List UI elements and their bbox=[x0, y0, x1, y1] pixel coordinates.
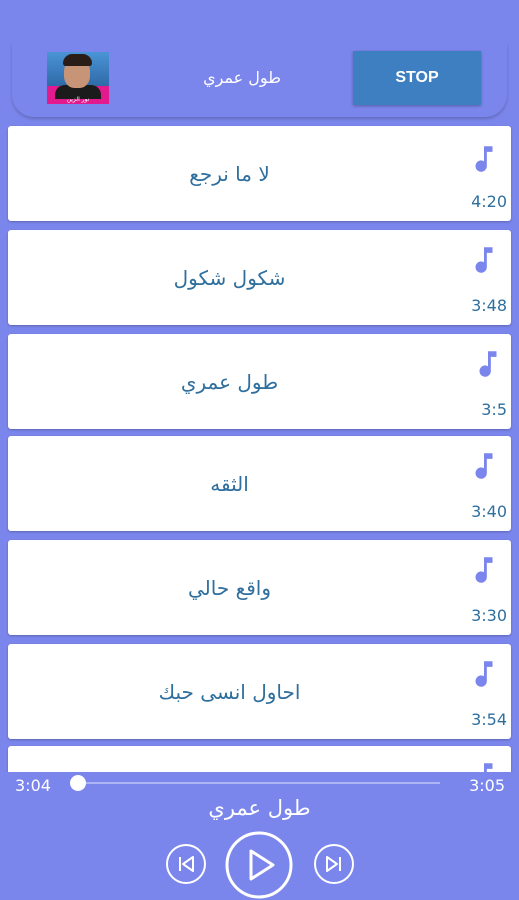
song-item[interactable]: احاول انسى حبك 3:54 bbox=[8, 644, 511, 739]
thumbnail-caption: نور الزين bbox=[66, 96, 90, 103]
music-note-icon bbox=[467, 657, 501, 691]
song-title: شكول شكول bbox=[173, 266, 286, 290]
song-title: واقع حالي bbox=[188, 576, 271, 600]
total-time: 3:05 bbox=[469, 776, 505, 795]
stop-button[interactable]: STOP bbox=[353, 51, 481, 105]
elapsed-time: 3:04 bbox=[15, 776, 51, 795]
skip-previous-icon[interactable] bbox=[165, 843, 207, 885]
seek-thumb[interactable] bbox=[70, 775, 86, 791]
music-note-icon bbox=[471, 347, 505, 381]
music-note-icon bbox=[467, 759, 501, 772]
song-item[interactable]: واقع حالي 3:30 bbox=[8, 540, 511, 635]
now-playing-title: طول عمري bbox=[203, 68, 281, 87]
seek-bar[interactable] bbox=[78, 782, 440, 784]
song-title: لا ما نرجع bbox=[189, 162, 270, 186]
player-panel: 3:04 3:05 طول عمري bbox=[0, 772, 519, 900]
song-duration: 3:5 bbox=[481, 400, 507, 419]
song-title: احاول انسى حبك bbox=[158, 680, 301, 704]
song-duration: 3:48 bbox=[471, 296, 507, 315]
player-title: طول عمري bbox=[208, 796, 311, 820]
song-duration: 3:54 bbox=[471, 710, 507, 729]
now-playing-bar: نور الزين طول عمري STOP bbox=[12, 43, 507, 117]
music-note-icon bbox=[467, 243, 501, 277]
skip-next-icon[interactable] bbox=[313, 843, 355, 885]
play-icon[interactable] bbox=[224, 830, 294, 900]
song-duration: 3:30 bbox=[471, 606, 507, 625]
song-title: طول عمري bbox=[180, 370, 279, 394]
music-note-icon bbox=[467, 449, 501, 483]
song-duration: 3:40 bbox=[471, 502, 507, 521]
song-duration: 4:20 bbox=[471, 192, 507, 211]
song-item[interactable]: لا ما نرجع 4:20 bbox=[8, 126, 511, 221]
music-note-icon bbox=[467, 142, 501, 176]
song-item[interactable]: شكول شكول 3:48 bbox=[8, 230, 511, 325]
song-title: الثقه bbox=[210, 472, 249, 496]
song-item[interactable]: الثقه 3:40 bbox=[8, 436, 511, 531]
song-item-partial[interactable] bbox=[8, 746, 511, 772]
music-note-icon bbox=[467, 553, 501, 587]
song-item[interactable]: طول عمري 3:5 bbox=[8, 334, 511, 429]
artist-thumbnail: نور الزين bbox=[47, 52, 109, 104]
